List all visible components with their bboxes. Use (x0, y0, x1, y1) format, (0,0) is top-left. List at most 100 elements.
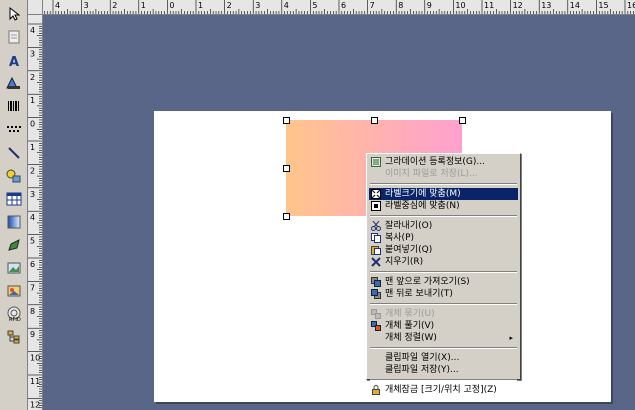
ruler-label: 2 (227, 1, 232, 10)
ungroup-icon (371, 321, 381, 331)
ruler-label: 9 (427, 1, 432, 10)
image2-icon[interactable] (4, 281, 23, 300)
group-icon (371, 309, 381, 319)
left-toolbar: A RFID (0, 0, 28, 410)
resize-handle[interactable] (459, 117, 466, 124)
menu-item: 개체 묶기(U) (369, 308, 518, 320)
submenu-arrow-icon: ▸ (509, 334, 513, 342)
page-icon[interactable] (4, 27, 23, 46)
ruler-label: 3 (84, 1, 89, 10)
ruler-label: 10 (455, 1, 465, 10)
menu-item-label: 라벨크기에 맞춤(M) (385, 189, 461, 199)
center-label-icon (371, 201, 381, 211)
tree-icon[interactable] (4, 327, 23, 346)
horizontal-ruler: 4 3 2 1 0 1 2 3 4 5 6 7 8 9 10 11 12 13 14 15 16 (28, 0, 635, 15)
menu-item[interactable]: 지우기(R) (369, 256, 518, 268)
cut-icon (371, 220, 381, 231)
ruler-label: 2 (30, 73, 35, 82)
gradient-icon[interactable] (4, 212, 23, 231)
menu-item-label: 개체잠금 [크기/위치 고정](Z) (385, 385, 497, 395)
menu-item[interactable]: 개체 정렬(W) ▸ (369, 332, 518, 344)
menu-separator (370, 347, 517, 349)
menu-item[interactable]: 맨 앞으로 가져오기(S) (369, 276, 518, 288)
image-icon[interactable] (4, 258, 23, 277)
menu-item-label: 잘라내기(O) (385, 221, 433, 231)
menu-item[interactable]: 클립파일 저장(Y)... (369, 364, 518, 376)
menu-item[interactable]: 그라데이션 등록정보(G)... (369, 156, 518, 168)
menu-separator (370, 303, 517, 305)
ruler-label: 1 (198, 1, 203, 10)
ruler-label: 1 (30, 96, 35, 105)
ruler-label: 3 (30, 190, 35, 199)
line-icon[interactable] (4, 143, 23, 162)
text-icon[interactable]: A (4, 51, 23, 70)
ruler-label: 1 (30, 143, 35, 152)
shapes-icon[interactable] (4, 166, 23, 185)
pen-icon[interactable] (4, 235, 23, 254)
table-icon[interactable] (4, 189, 23, 208)
menu-item[interactable]: 개체잠금 [크기/위치 고정](Z) (369, 384, 518, 396)
resize-handle[interactable] (283, 165, 290, 172)
menu-item[interactable]: 잘라내기(O) (369, 220, 518, 232)
ruler-label: 6 (30, 260, 35, 269)
delete-icon (371, 257, 381, 267)
menu-item-label: 개체 묶기(U) (385, 309, 435, 319)
svg-text:A: A (9, 55, 19, 68)
menu-item[interactable]: 클립파일 열기(X)... (369, 352, 518, 364)
ruler-label: 12 (30, 400, 40, 409)
lock-icon (371, 385, 381, 395)
select-arrow-icon[interactable] (4, 4, 23, 23)
copy-icon (371, 233, 381, 243)
menu-item[interactable]: 붙여넣기(Q) (369, 244, 518, 256)
barcode-icon[interactable] (4, 96, 23, 115)
ruler-label: 16 (627, 1, 635, 10)
ruler-label: 10 (30, 354, 40, 363)
ruler-label: 0 (169, 1, 174, 10)
paste-icon (371, 245, 381, 255)
ruler-label: 11 (30, 377, 40, 386)
ruler-label: 8 (30, 307, 35, 316)
ruler-label: 14 (570, 1, 580, 10)
menu-item-label: 복사(P) (385, 233, 415, 243)
ruler-corner (28, 0, 43, 15)
menu-item-label: 지우기(R) (385, 257, 424, 267)
menu-separator (370, 271, 517, 273)
menu-item-label: 클립파일 열기(X)... (385, 353, 460, 363)
resize-handle[interactable] (283, 213, 290, 220)
ruler-label: 11 (484, 1, 494, 10)
menu-item[interactable]: 개체 풀기(V) (369, 320, 518, 332)
menu-item-label: 붙여넣기(Q) (385, 245, 433, 255)
menu-item-label: 맨 뒤로 보내기(T) (385, 289, 453, 299)
ruler-label: 1 (141, 1, 146, 10)
ruler-label: 7 (30, 283, 35, 292)
ruler-label: 9 (30, 330, 35, 339)
text-outline-icon[interactable] (4, 73, 23, 92)
ruler-label: 4 (30, 213, 35, 222)
ruler-label: 3 (255, 1, 260, 10)
ruler-label: 8 (398, 1, 403, 10)
menu-item[interactable]: 라벨크기에 맞춤(M) (369, 188, 518, 200)
menu-separator (370, 379, 517, 381)
ruler-label: 5 (30, 237, 35, 246)
menu-separator (370, 215, 517, 217)
resize-handle[interactable] (283, 117, 290, 124)
ruler-label: 4 (55, 1, 60, 10)
ruler-label: 4 (284, 1, 289, 10)
ruler-label: 13 (541, 1, 551, 10)
ruler-label: 12 (513, 1, 523, 10)
menu-item-label: 라벨중심에 맞춤(N) (385, 201, 460, 211)
resize-handle[interactable] (371, 117, 378, 124)
vertical-ruler: 4 3 2 1 0 1 2 3 4 5 6 7 8 9 10 11 12 (28, 14, 43, 410)
menu-item[interactable]: 맨 뒤로 보내기(T) (369, 288, 518, 300)
menu-item[interactable]: 라벨중심에 맞춤(N) (369, 200, 518, 212)
menu-item-label: 이미지 파일로 저장(L)... (385, 169, 478, 179)
send-back-icon (371, 289, 381, 299)
menu-separator (370, 183, 517, 185)
menu-item-label: 맨 앞으로 가져오기(S) (385, 277, 470, 287)
rfid-icon[interactable]: RFID (4, 304, 23, 323)
ruler-label: 15 (598, 1, 608, 10)
menu-item[interactable]: 복사(P) (369, 232, 518, 244)
barcode2-icon[interactable] (4, 120, 23, 139)
bring-front-icon (371, 277, 381, 287)
ruler-label: 4 (30, 26, 35, 35)
